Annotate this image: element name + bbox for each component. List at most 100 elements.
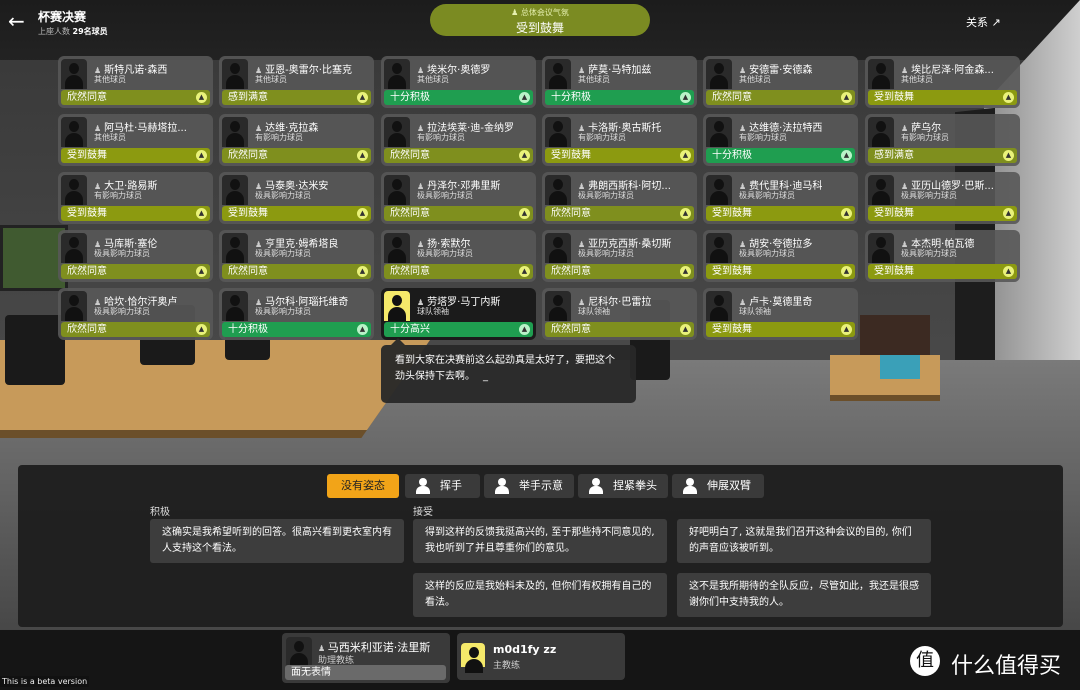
player-status: 受到鼓舞 ▲ bbox=[61, 148, 210, 163]
chevron-up-icon: ▲ bbox=[357, 324, 368, 335]
avatar bbox=[706, 59, 732, 89]
player-card[interactable]: ♟ 卡洛斯·奥古斯托 有影响力球员 受到鼓舞 ▲ bbox=[542, 114, 697, 166]
player-card[interactable]: ♟ 萨乌尔 有影响力球员 感到满意 ▲ bbox=[865, 114, 1020, 166]
mood-value: 受到鼓舞 bbox=[515, 21, 564, 35]
player-role: 其他球员 bbox=[578, 75, 610, 84]
player-card[interactable]: ♟ 阿马杜·马赫塔拉... 其他球员 受到鼓舞 ▲ bbox=[58, 114, 213, 166]
external-link-icon: ↗ bbox=[991, 16, 1001, 29]
tab-no-gesture[interactable]: 没有姿态 bbox=[327, 474, 399, 498]
avatar bbox=[222, 175, 248, 205]
raise-hand-icon bbox=[494, 478, 510, 494]
player-status: 受到鼓舞 ▲ bbox=[868, 264, 1017, 279]
avatar bbox=[222, 117, 248, 147]
chevron-up-icon: ▲ bbox=[519, 92, 530, 103]
response-panel: 没有姿态 挥手 举手示意 捏紧拳头 伸展双臂 积极 接受 这确实是我希望听到的回… bbox=[18, 465, 1063, 627]
chevron-up-icon: ▲ bbox=[196, 150, 207, 161]
player-card[interactable]: ♟ 胡安·夸德拉多 极具影响力球员 受到鼓舞 ▲ bbox=[703, 230, 858, 282]
player-status: 欣然同意 ▲ bbox=[222, 148, 371, 163]
response-option[interactable]: 这不是我所期待的全队反应，尽管如此，我还是很感谢你们中支持我的人。 bbox=[677, 573, 931, 617]
tab-raise-hand[interactable]: 举手示意 bbox=[484, 474, 574, 498]
player-card[interactable]: ♟ 安德雷·安德森 其他球员 欣然同意 ▲ bbox=[703, 56, 858, 108]
player-role: 其他球员 bbox=[739, 75, 771, 84]
player-status: 受到鼓舞 ▲ bbox=[868, 206, 1017, 221]
chevron-up-icon: ▲ bbox=[519, 324, 530, 335]
player-card[interactable]: ♟ 尼科尔·巴雷拉 球队领袖 欣然同意 ▲ bbox=[542, 288, 697, 340]
chevron-up-icon: ▲ bbox=[357, 266, 368, 277]
staff-card-manager[interactable]: m0d1fy zz 主教练 bbox=[457, 633, 625, 680]
player-card[interactable]: ♟ 大卫·路易斯 有影响力球员 受到鼓舞 ▲ bbox=[58, 172, 213, 224]
chevron-up-icon: ▲ bbox=[1003, 150, 1014, 161]
player-status: 十分积极 ▲ bbox=[545, 90, 694, 105]
arrow-left-icon[interactable]: ← bbox=[8, 10, 30, 32]
beta-label: This is a beta version bbox=[0, 676, 90, 687]
mood-label: ♟ 总体会议气氛 bbox=[511, 8, 569, 17]
player-card[interactable]: ♟ 扬·索默尔 极具影响力球员 欣然同意 ▲ bbox=[381, 230, 536, 282]
response-option[interactable]: 得到这样的反馈我挺高兴的, 至于那些持不同意见的, 我也听到了并且尊重你们的意见… bbox=[413, 519, 667, 563]
player-role: 极具影响力球员 bbox=[739, 191, 795, 200]
chevron-up-icon: ▲ bbox=[196, 324, 207, 335]
tab-spread-arms[interactable]: 伸展双臂 bbox=[672, 474, 764, 498]
attendance-value: 29名球员 bbox=[72, 27, 108, 36]
response-option[interactable]: 这确实是我希望听到的回答。很高兴看到更衣室内有人支持这个看法。 bbox=[150, 519, 404, 563]
avatar bbox=[222, 59, 248, 89]
player-card[interactable]: ♟ 本杰明·帕瓦德 极具影响力球员 受到鼓舞 ▲ bbox=[865, 230, 1020, 282]
player-card[interactable]: ♟ 萨莫·马特加兹 其他球员 十分积极 ▲ bbox=[542, 56, 697, 108]
player-card[interactable]: ♟ 达维·克拉森 有影响力球员 欣然同意 ▲ bbox=[219, 114, 374, 166]
player-card[interactable]: ♟ 斯特凡诺·森西 其他球员 欣然同意 ▲ bbox=[58, 56, 213, 108]
player-card[interactable]: ♟ 马库斯·塞伦 极具影响力球员 欣然同意 ▲ bbox=[58, 230, 213, 282]
attendance: 上座人数 29名球员 bbox=[38, 26, 108, 37]
watermark-text: 什么值得买 bbox=[951, 654, 1062, 679]
chevron-up-icon: ▲ bbox=[357, 150, 368, 161]
player-status: 受到鼓舞 ▲ bbox=[222, 206, 371, 221]
speech-text: 看到大家在决赛前这么起劲真是太好了，要把这个劲头保持下去啊。 bbox=[395, 355, 615, 382]
tab-wave[interactable]: 挥手 bbox=[405, 474, 480, 498]
player-card[interactable]: ♟ 马尔科·阿瑙托维奇 极具影响力球员 十分积极 ▲ bbox=[219, 288, 374, 340]
player-card[interactable]: ♟ 亚历克西斯·桑切斯 极具影响力球员 欣然同意 ▲ bbox=[542, 230, 697, 282]
player-card[interactable]: ♟ 卢卡·莫德里奇 球队领袖 受到鼓舞 ▲ bbox=[703, 288, 858, 340]
player-card[interactable]: ♟ 拉法埃莱·迪-金纳罗 有影响力球员 欣然同意 ▲ bbox=[381, 114, 536, 166]
player-role: 极具影响力球员 bbox=[739, 249, 795, 258]
chevron-up-icon: ▲ bbox=[357, 208, 368, 219]
player-card[interactable]: ♟ 劳塔罗·马丁内斯 球队领袖 十分高兴 ▲ bbox=[381, 288, 536, 340]
player-status: 受到鼓舞 ▲ bbox=[545, 148, 694, 163]
player-status: 受到鼓舞 ▲ bbox=[706, 206, 855, 221]
player-role: 有影响力球员 bbox=[94, 191, 142, 200]
staff-card-assistant[interactable]: ♟ 马西米利亚诺·法里斯 助理教练 面无表情 bbox=[282, 633, 450, 683]
player-card[interactable]: ♟ 埃比尼泽·阿金森... 其他球员 受到鼓舞 ▲ bbox=[865, 56, 1020, 108]
player-card[interactable]: ♟ 弗朗西斯科·阿切... 极具影响力球员 欣然同意 ▲ bbox=[542, 172, 697, 224]
clench-fist-icon bbox=[588, 478, 604, 494]
relations-button[interactable]: 关系 ↗ bbox=[966, 14, 1001, 30]
player-card[interactable]: ♟ 丹泽尔·邓弗里斯 极具影响力球员 欣然同意 ▲ bbox=[381, 172, 536, 224]
avatar bbox=[461, 643, 485, 673]
chevron-up-icon: ▲ bbox=[519, 150, 530, 161]
chevron-up-icon: ▲ bbox=[196, 92, 207, 103]
player-status: 受到鼓舞 ▲ bbox=[61, 206, 210, 221]
player-card[interactable]: ♟ 亨里克·姆希塔良 极具影响力球员 欣然同意 ▲ bbox=[219, 230, 374, 282]
player-card[interactable]: ♟ 埃米尔·奥德罗 其他球员 十分积极 ▲ bbox=[381, 56, 536, 108]
player-card[interactable]: ♟ 达维德·法拉特西 有影响力球员 十分积极 ▲ bbox=[703, 114, 858, 166]
player-status: 欣然同意 ▲ bbox=[61, 264, 210, 279]
chevron-up-icon: ▲ bbox=[841, 266, 852, 277]
player-role: 极具影响力球员 bbox=[417, 249, 473, 258]
player-card[interactable]: ♟ 马泰奥·达米安 极具影响力球员 受到鼓舞 ▲ bbox=[219, 172, 374, 224]
tab-clench-fist[interactable]: 捏紧拳头 bbox=[578, 474, 668, 498]
player-role: 其他球员 bbox=[255, 75, 287, 84]
avatar bbox=[61, 291, 87, 321]
player-role: 有影响力球员 bbox=[255, 133, 303, 142]
player-card[interactable]: ♟ 亚恩-奥雷尔·比塞克 其他球员 感到满意 ▲ bbox=[219, 56, 374, 108]
chevron-up-icon: ▲ bbox=[519, 266, 530, 277]
response-option[interactable]: 这样的反应是我始料未及的, 但你们有权拥有自己的看法。 bbox=[413, 573, 667, 617]
avatar bbox=[868, 175, 894, 205]
response-option[interactable]: 好吧明白了, 这就是我们召开这种会议的目的, 你们的声音应该被听到。 bbox=[677, 519, 931, 563]
player-status: 欣然同意 ▲ bbox=[61, 90, 210, 105]
avatar bbox=[545, 117, 571, 147]
player-status: 受到鼓舞 ▲ bbox=[868, 90, 1017, 105]
avatar bbox=[222, 291, 248, 321]
player-status: 欣然同意 ▲ bbox=[61, 322, 210, 337]
player-card[interactable]: ♟ 哈坎·恰尔汗奥卢 极具影响力球员 欣然同意 ▲ bbox=[58, 288, 213, 340]
player-card[interactable]: ♟ 亚历山德罗·巴斯... 极具影响力球员 受到鼓舞 ▲ bbox=[865, 172, 1020, 224]
wave-hand-icon bbox=[415, 478, 431, 494]
chevron-up-icon: ▲ bbox=[680, 266, 691, 277]
player-role: 其他球员 bbox=[94, 133, 126, 142]
player-card[interactable]: ♟ 费代里科·迪马科 极具影响力球员 受到鼓舞 ▲ bbox=[703, 172, 858, 224]
